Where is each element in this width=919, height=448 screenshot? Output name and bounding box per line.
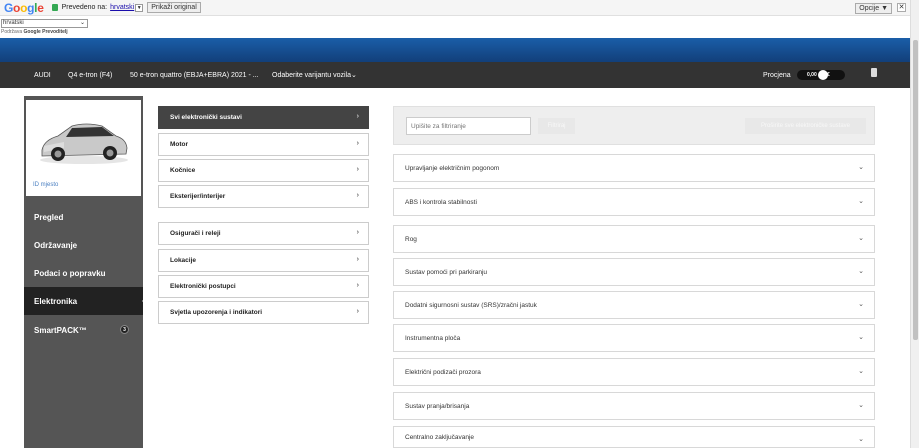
select-variant-dropdown[interactable]: Odaberite varijantu vozila⌄ bbox=[272, 71, 357, 79]
active-indicator bbox=[142, 298, 146, 304]
chevron-down-icon: ⌄ bbox=[858, 334, 864, 341]
chevron-down-icon: ⌄ bbox=[858, 164, 864, 171]
scrollbar-thumb[interactable] bbox=[913, 40, 918, 340]
page-scrollbar[interactable] bbox=[910, 0, 919, 448]
google-logo[interactable]: Google bbox=[4, 1, 44, 15]
category-electronic-procedures[interactable]: Elektronički postupci › bbox=[158, 275, 369, 298]
options-button[interactable]: Opcije ▼ bbox=[855, 3, 892, 14]
chevron-right-icon: › bbox=[356, 282, 359, 289]
category-all-electronic-systems[interactable]: Svi elektronički sustavi › bbox=[158, 106, 369, 129]
chevron-right-icon: › bbox=[356, 308, 359, 315]
sidebar-item-repair-data[interactable]: Podaci o popravku bbox=[24, 259, 143, 287]
show-original-button[interactable]: Prikaži original bbox=[147, 2, 201, 13]
language-link[interactable]: hrvatski bbox=[110, 4, 134, 11]
sidebar-item-smartpack[interactable]: SmartPACK™ 3 bbox=[24, 316, 143, 344]
expand-all-button[interactable]: Proširite sve elektroničke sustave bbox=[745, 118, 866, 134]
lock-icon bbox=[51, 4, 58, 11]
chevron-down-icon: ⌄ bbox=[858, 268, 864, 275]
chevron-right-icon: › bbox=[356, 256, 359, 263]
car-image bbox=[40, 123, 128, 164]
id-location-link[interactable]: ID mjesto bbox=[33, 182, 58, 188]
chevron-down-icon: ⌄ bbox=[858, 436, 864, 443]
vehicle-navbar: AUDI Q4 e-tron (F4) 50 e-tron quattro (E… bbox=[0, 62, 910, 88]
system-row[interactable]: Upravljanje električnim pogonom ⌄ bbox=[393, 154, 875, 182]
trash-icon[interactable] bbox=[871, 68, 877, 77]
chevron-down-icon: ⌄ bbox=[858, 198, 864, 205]
chevron-right-icon: › bbox=[356, 229, 359, 236]
category-brakes[interactable]: Kočnice › bbox=[158, 159, 369, 182]
sidebar-item-electronics[interactable]: Elektronika bbox=[24, 287, 146, 315]
sidebar-item-overview[interactable]: Pregled bbox=[24, 203, 143, 231]
powered-by: Podržava Google Prevoditelj bbox=[1, 29, 68, 35]
estimate-value: 0,00 bbox=[807, 72, 817, 78]
chevron-down-icon: ⌄ bbox=[858, 301, 864, 308]
nav-variant[interactable]: 50 e-tron quattro (EBJA+EBRA) 2021 - ... bbox=[130, 72, 259, 79]
chevron-right-icon: › bbox=[356, 166, 359, 173]
smartpack-count-badge: 3 bbox=[120, 325, 129, 334]
system-row[interactable]: Centralno zaključavanje ⌄ bbox=[393, 426, 875, 448]
system-row[interactable]: Instrumentna ploča ⌄ bbox=[393, 324, 875, 352]
language-select[interactable]: hrvatski ⌄ bbox=[1, 19, 88, 28]
translated-to-label: Prevedeno na: bbox=[61, 4, 108, 11]
vehicle-card: ID mjesto bbox=[26, 100, 141, 196]
category-engine[interactable]: Motor › bbox=[158, 133, 369, 156]
system-row[interactable]: Sustav pomoći pri parkiranju ⌄ bbox=[393, 258, 875, 286]
filter-button[interactable]: Filtriraj bbox=[538, 118, 575, 134]
chevron-down-icon: ⌄ bbox=[858, 368, 864, 375]
system-row[interactable]: Sustav pranja/brisanja ⌄ bbox=[393, 392, 875, 420]
google-translate-bar: Google Prevedeno na: hrvatski ▼ Prikaži … bbox=[0, 0, 910, 16]
category-fuses-relays[interactable]: Osigurači i releji › bbox=[158, 222, 369, 245]
nav-make[interactable]: AUDI bbox=[34, 72, 51, 79]
category-locations[interactable]: Lokacije › bbox=[158, 249, 369, 272]
sidebar-item-maintenance[interactable]: Održavanje bbox=[24, 231, 143, 259]
filter-panel: Filtriraj Proširite sve elektroničke sus… bbox=[393, 106, 875, 145]
chevron-right-icon: › bbox=[356, 113, 359, 120]
chevron-down-icon: ⌄ bbox=[858, 235, 864, 242]
category-exterior-interior[interactable]: Eksterijer/interijer › bbox=[158, 185, 369, 208]
chevron-right-icon: › bbox=[356, 140, 359, 147]
chevron-right-icon: › bbox=[356, 192, 359, 199]
site-header-band bbox=[0, 38, 910, 62]
chevron-down-icon: ⌄ bbox=[79, 20, 85, 26]
close-icon[interactable]: ✕ bbox=[897, 3, 906, 12]
system-row[interactable]: Dodatni sigurnosni sustav (SRS)/zračni j… bbox=[393, 291, 875, 319]
language-dropdown-icon[interactable]: ▼ bbox=[135, 3, 144, 12]
system-row[interactable]: Rog ⌄ bbox=[393, 225, 875, 253]
filter-input[interactable] bbox=[406, 117, 531, 135]
system-row[interactable]: Električni podizači prozora ⌄ bbox=[393, 358, 875, 386]
chevron-down-icon: ⌄ bbox=[858, 402, 864, 409]
estimate-label: Procjena bbox=[763, 71, 791, 79]
system-row[interactable]: ABS i kontrola stabilnosti ⌄ bbox=[393, 188, 875, 216]
estimate-pill[interactable]: 0,00 € bbox=[797, 70, 845, 80]
currency-symbol: € bbox=[827, 72, 830, 78]
nav-model[interactable]: Q4 e-tron (F4) bbox=[68, 72, 112, 79]
category-warning-lights[interactable]: Svjetla upozorenja i indikatori › bbox=[158, 301, 369, 324]
